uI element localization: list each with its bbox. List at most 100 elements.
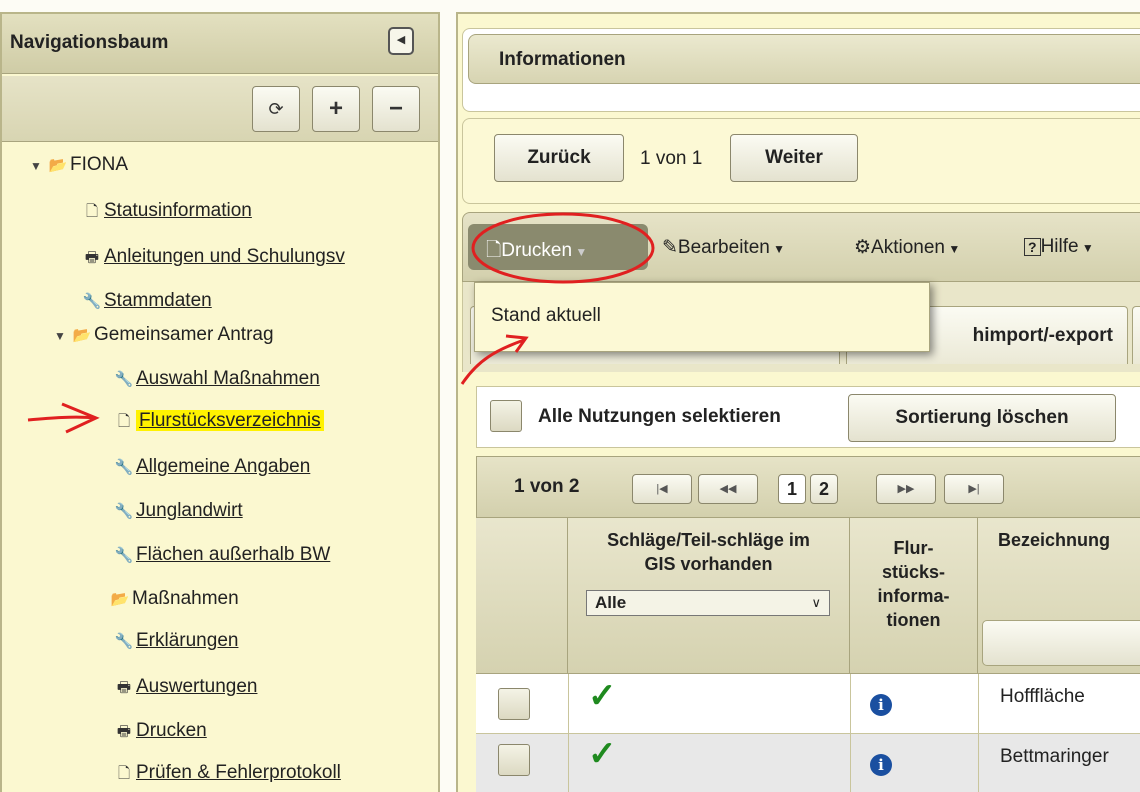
info-title: Informationen [499,49,626,70]
print-menu-label: Drucken [501,240,573,261]
tab-next[interactable] [1132,306,1140,364]
tree-item-label: Gemeinsamer Antrag [94,324,274,345]
back-button[interactable]: Zurück [494,134,624,182]
gis-filter-value: Alle [595,593,627,612]
tree-item-massnahmen[interactable]: 📂 Maßnahmen [108,584,239,614]
tree-item-label: Stammdaten [104,290,212,311]
info-icon[interactable]: i [870,694,892,716]
column-header-flur[interactable]: Flur-stücks-informa-tionen [850,518,978,674]
name-filter-input[interactable] [982,620,1140,666]
gis-filter-select[interactable]: Alle ∨ [586,590,830,616]
document-icon: 🗋 [85,203,99,220]
tree-item-fiona[interactable]: ▼ 📂 FIONA [30,150,128,180]
tree-item-flurstuecksverzeichnis[interactable]: 🗋 Flurstücksverzeichnis [112,406,324,436]
column-header-name-label: Bezeichnung [998,530,1111,550]
column-divider [978,674,979,792]
edit-menu-button[interactable]: ✎Bearbeiten ▼ [662,236,785,259]
help-menu-button[interactable]: ? Hilfe ▼ [1024,236,1094,258]
printer-icon: 🖶 [116,723,132,740]
tree-item-label: Flächen außerhalb BW [136,544,331,565]
printer-icon: 🖶 [84,249,100,266]
tree-item-anleitungen[interactable]: 🖶 Anleitungen und Schulungsv [80,242,345,272]
wrench-icon: 🔧 [114,371,134,388]
chevron-down-icon: ∨ [811,595,821,610]
tree-item-stammdaten[interactable]: 🔧 Stammdaten [80,286,212,316]
next-page-icon: ▶▶ [897,483,915,495]
tree-item-label: Prüfen & Fehlerprotokoll [136,762,341,783]
expanded-triangle-icon[interactable]: ▼ [54,321,70,351]
tree-item-allgemeine-angaben[interactable]: 🔧 Allgemeine Angaben [112,452,311,482]
next-button[interactable]: Weiter [730,134,858,182]
expand-all-button[interactable]: + [312,86,360,132]
tree-item-statusinformation[interactable]: 🗋 Statusinformation [80,196,252,226]
tree-item-label: Auswertungen [136,676,258,697]
print-menu-button-fg[interactable]: 🗋Drucken ▼ [486,236,587,268]
collapse-panel-button[interactable]: ◀ [388,27,414,55]
edit-menu-label: Bearbeiten [677,237,770,258]
next-page-button[interactable]: ▶▶ [876,474,936,504]
collapse-all-button[interactable]: − [372,86,420,132]
tab-label: himport/-export [972,325,1113,346]
wrench-icon: 🔧 [114,503,134,520]
menu-item-stand-aktuell[interactable]: Stand aktuell [491,305,601,327]
refresh-button[interactable]: ⟳ [252,86,300,132]
gear-icon: ⚙ [854,237,872,258]
tree-item-flaechen-ausserhalb[interactable]: 🔧 Flächen außerhalb BW [112,540,331,570]
expanded-triangle-icon[interactable]: ▼ [30,151,46,181]
tree-item-label: Flurstücksverzeichnis [136,410,324,431]
column-header-gis-label: Schläge/Teil-schläge im GIS vorhanden [607,530,810,574]
tree-item-label: Drucken [136,720,207,741]
row-checkbox[interactable] [498,688,530,720]
chevron-down-icon: ▼ [769,242,786,256]
tree-item-auswertungen[interactable]: 🖶 Auswertungen [112,672,258,702]
folder-open-icon: 📂 [48,157,68,174]
tree-item-label: Maßnahmen [132,588,239,609]
row-checkbox[interactable] [498,744,530,776]
tree-item-label: Statusinformation [104,200,252,221]
tree-item-label: Anleitungen und Schulungsv [104,246,345,267]
column-header-select [476,518,568,674]
select-all-checkbox[interactable] [490,400,522,432]
tree-item-junglandwirt[interactable]: 🔧 Junglandwirt [112,496,243,526]
record-position: 1 von 1 [640,148,703,169]
refresh-icon: ⟳ [268,99,284,119]
page-2-button[interactable]: 2 [810,474,838,504]
tree-item-auswahl-massnahmen[interactable]: 🔧 Auswahl Maßnahmen [112,364,320,394]
last-page-icon: ▶| [968,483,980,495]
tree-item-label: Junglandwirt [136,500,243,521]
tree-item-erklaerungen[interactable]: 🔧 Erklärungen [112,626,239,656]
wrench-icon: 🔧 [114,459,134,476]
tree-item-label: Auswahl Maßnahmen [136,368,320,389]
navigation-title: Navigationsbaum [10,32,169,53]
previous-page-button[interactable]: ◀◀ [698,474,758,504]
tree-item-label: Allgemeine Angaben [136,456,311,477]
chevron-down-icon: ▼ [945,242,961,256]
minus-icon: − [388,95,403,122]
document-icon: 🗋 [117,765,131,782]
navigation-header: Navigationsbaum [2,14,438,74]
column-divider [568,674,569,792]
first-page-button[interactable]: |◀ [632,474,692,504]
info-icon[interactable]: i [870,754,892,776]
last-page-button[interactable]: ▶| [944,474,1004,504]
checkmark-icon: ✓ [588,735,617,773]
pencil-icon: ✎ [662,237,678,258]
clear-sort-button[interactable]: Sortierung löschen [848,394,1116,442]
tree-item-pruefen[interactable]: 🗋 Prüfen & Fehlerprotokoll [112,758,341,788]
wrench-icon: 🔧 [82,293,102,310]
tree-item-gemeinsamer-antrag[interactable]: ▼ 📂 Gemeinsamer Antrag [54,320,274,350]
actions-menu-button[interactable]: ⚙Aktionen ▼ [854,236,960,259]
print-dropdown-menu: Stand aktuell [474,282,930,352]
column-header-flur-label: Flur-stücks-informa-tionen [877,538,950,630]
select-all-label: Alle Nutzungen selektieren [538,406,781,427]
page-1-button[interactable]: 1 [778,474,806,504]
info-header: Informationen [468,34,1140,84]
previous-page-icon: ◀◀ [719,483,737,495]
row-name: Bettmaringer [1000,746,1109,767]
document-icon: 🗋 [486,240,502,261]
actions-menu-label: Aktionen [871,237,945,258]
document-icon: 🗋 [117,413,131,430]
tree-item-drucken[interactable]: 🖶 Drucken [112,716,207,746]
row-name: Hofffläche [1000,686,1085,707]
help-menu-label: Hilfe [1040,236,1079,257]
